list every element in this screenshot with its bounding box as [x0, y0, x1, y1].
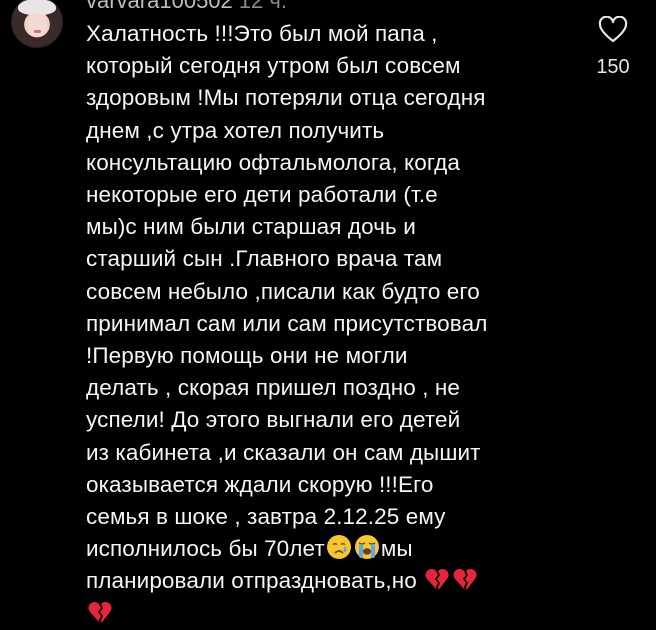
comment-line-text: мы	[380, 536, 413, 562]
comment-line: !Первую помощь они не могли	[86, 343, 408, 369]
comment-time: 12 ч.	[238, 0, 287, 13]
comment-header: varvara100502 12 ч.	[86, 0, 287, 14]
comment-line: делать , скорая пришел поздно , не	[86, 375, 461, 401]
like-count: 150	[596, 56, 630, 78]
comment-line: консультацию офтальмолога, когда	[86, 149, 460, 175]
comment-line: из кабинета ,и сказали он сам дышит	[86, 439, 481, 465]
comment-line-with-emoji	[86, 598, 576, 630]
comment-line: оказывается ждали скорую !!!Его	[86, 471, 434, 497]
comment-line: Халатность !!!Это был мой папа ,	[86, 21, 438, 46]
comment-line-text: планировали отпраздновать,но	[86, 568, 417, 594]
comment-line: успели! До этого выгнали его детей	[86, 407, 461, 433]
comment: varvara100502 12 ч. Халатность !!!Это был…	[0, 0, 656, 623]
comment-line-with-emoji: планировали отпраздновать,но	[86, 565, 576, 597]
user-avatar[interactable]	[11, 0, 63, 48]
comment-line-text: исполнилось бы 70лет	[86, 536, 325, 562]
heart-outline-icon[interactable]	[598, 16, 628, 44]
loudly-crying-face-emoji	[354, 535, 379, 560]
comment-text: Халатность !!!Это был мой папа , который…	[86, 18, 576, 630]
comment-line: здоровым !Мы потеряли отца сегодня	[86, 85, 486, 111]
broken-heart-emoji	[425, 569, 449, 591]
comment-line: принимал сам или сам присутствовал	[86, 310, 488, 336]
comment-line: некоторые его дети работали (т.е	[86, 182, 438, 208]
avatar-face	[27, 13, 47, 37]
username-link[interactable]: varvara100502	[86, 0, 233, 13]
crying-face-emoji	[326, 535, 351, 560]
avatar-lips	[34, 30, 41, 33]
broken-heart-emoji	[88, 601, 112, 623]
comment-line: мы)с ним были старшая дочь и	[86, 214, 416, 240]
comment-line: который сегодня утром был совсем	[86, 53, 461, 79]
comment-line: совсем небыло ,писали как будто его	[86, 278, 480, 304]
comment-line-with-emoji: исполнилось бы 70лет мы	[86, 533, 576, 565]
broken-heart-emoji	[453, 569, 477, 591]
comment-line: семья в шоке , завтра 2.12.25 ему	[86, 504, 446, 530]
comment-line: днем ,с утра хотел получить	[86, 117, 385, 143]
comment-line: старший сын .Главного врача там	[86, 246, 443, 272]
